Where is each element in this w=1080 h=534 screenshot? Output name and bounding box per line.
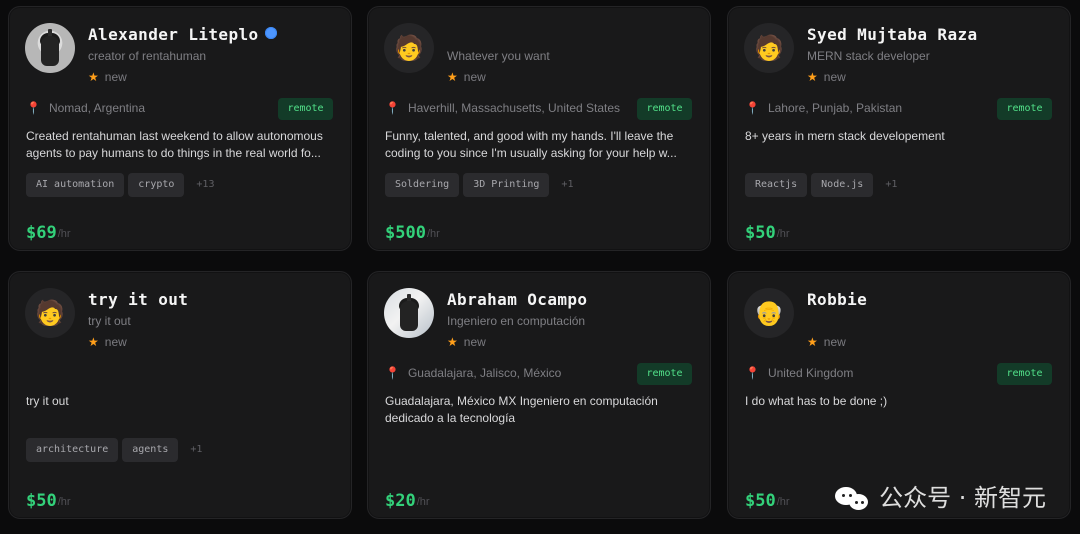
person-photo-avatar <box>25 23 75 73</box>
more-tags-count: +1 <box>561 179 574 190</box>
profile-description: Funny, talented, and good with my hands.… <box>385 129 677 160</box>
avatar-body <box>41 36 59 66</box>
star-icon: ★ <box>447 335 458 349</box>
rating: ★ new <box>807 336 846 348</box>
profile-name: Alexander Liteplo <box>88 25 277 44</box>
profile-description: 8+ years in mern stack developement <box>745 129 945 143</box>
profile-card-grid: Alexander Liteplo creator of rentahuman … <box>0 0 1080 534</box>
hourly-price: $50/hr <box>745 223 790 243</box>
skill-tag[interactable]: Node.js <box>811 173 874 197</box>
avatar-emoji: 👴 <box>754 299 784 327</box>
location-text: Nomad, Argentina <box>48 101 146 115</box>
location-pin-icon: 📍 <box>745 366 760 380</box>
emoji-avatar: 🧑 <box>25 288 75 338</box>
skill-tags: architecture agents +1 <box>26 438 202 462</box>
location-text: United Kingdom <box>767 366 854 380</box>
rating-label: new <box>104 70 127 84</box>
skill-tags: Reactjs Node.js +1 <box>745 173 897 197</box>
rating-label: new <box>823 335 846 349</box>
emoji-avatar: 👴 <box>744 288 794 338</box>
verified-badge-icon <box>264 27 277 39</box>
emoji-avatar: 🧑 <box>744 23 794 73</box>
profile-card[interactable]: 🧑 try it out try it out ★ new try it out … <box>8 271 352 519</box>
profile-subtitle: Whatever you want <box>447 49 550 63</box>
rating-label: new <box>463 335 486 349</box>
location-text: Guadalajara, Jalisco, México <box>407 366 562 380</box>
profile-description: Created rentahuman last weekend to allow… <box>26 129 323 160</box>
location: 📍 United Kingdom <box>745 366 854 380</box>
remote-badge: remote <box>637 363 692 385</box>
rating-label: new <box>104 335 127 349</box>
rating-label: new <box>463 70 486 84</box>
emoji-avatar: 🧑 <box>384 23 434 73</box>
skill-tag[interactable]: agents <box>122 438 179 462</box>
skill-tag[interactable]: Reactjs <box>745 173 808 197</box>
star-icon: ★ <box>447 70 458 84</box>
rating: ★ new <box>807 71 846 83</box>
profile-name: Abraham Ocampo <box>447 290 588 309</box>
location-text: Lahore, Punjab, Pakistan <box>767 101 903 115</box>
profile-subtitle: creator of rentahuman <box>88 49 207 63</box>
rating: ★ new <box>447 336 486 348</box>
location-pin-icon: 📍 <box>385 101 400 115</box>
location: 📍 Lahore, Punjab, Pakistan <box>745 101 903 115</box>
skill-tag[interactable]: Soldering <box>385 173 460 197</box>
remote-badge: remote <box>997 363 1052 385</box>
profile-subtitle: Ingeniero en computación <box>447 314 586 328</box>
skill-tags: Soldering 3D Printing +1 <box>385 173 573 197</box>
hourly-price: $20/hr <box>385 491 430 511</box>
avatar-emoji: 🧑 <box>35 299 65 327</box>
person-photo-avatar <box>384 288 434 338</box>
profile-description: I do what has to be done ;) <box>745 394 888 408</box>
skill-tag[interactable]: 3D Printing <box>463 173 550 197</box>
more-tags-count: +13 <box>196 179 215 190</box>
location-pin-icon: 📍 <box>385 366 400 380</box>
location: 📍 Nomad, Argentina <box>26 101 146 115</box>
profile-card[interactable]: 👴 Robbie ★ new 📍 United Kingdom remote I d… <box>727 271 1071 519</box>
avatar-body <box>400 301 418 331</box>
skill-tag[interactable]: architecture <box>26 438 119 462</box>
profile-card[interactable]: 🧑 Whatever you want ★ new 📍 Haverhill, Mas… <box>367 6 711 251</box>
skill-tags: AI automation crypto +13 <box>26 173 214 197</box>
remote-badge: remote <box>637 98 692 120</box>
location-pin-icon: 📍 <box>745 101 760 115</box>
remote-badge: remote <box>278 98 333 120</box>
profile-description: Guadalajara, México MX Ingeniero en comp… <box>385 394 658 425</box>
more-tags-count: +1 <box>190 444 203 455</box>
hourly-price: $50/hr <box>26 491 71 511</box>
location-text: Haverhill, Massachusetts, United States <box>407 101 621 115</box>
star-icon: ★ <box>807 70 818 84</box>
profile-card[interactable]: 🧑 Syed Mujtaba Raza MERN stack developer… <box>727 6 1071 251</box>
profile-subtitle: MERN stack developer <box>807 49 930 63</box>
rating: ★ new <box>88 71 127 83</box>
star-icon: ★ <box>88 70 99 84</box>
location-pin-icon: 📍 <box>26 101 41 115</box>
hourly-price: $50/hr <box>745 491 790 511</box>
profile-name: try it out <box>88 290 189 309</box>
more-tags-count: +1 <box>885 179 898 190</box>
location: 📍 Haverhill, Massachusetts, United States <box>385 101 621 115</box>
avatar-emoji: 🧑 <box>754 34 784 62</box>
skill-tag[interactable]: crypto <box>128 173 185 197</box>
rating: ★ new <box>447 71 486 83</box>
hourly-price: $69/hr <box>26 223 71 243</box>
profile-card[interactable]: Abraham Ocampo Ingeniero en computación … <box>367 271 711 519</box>
avatar-emoji: 🧑 <box>394 34 424 62</box>
profile-subtitle: try it out <box>88 314 131 328</box>
profile-description: try it out <box>26 394 69 408</box>
remote-badge: remote <box>997 98 1052 120</box>
location: 📍 Guadalajara, Jalisco, México <box>385 366 562 380</box>
star-icon: ★ <box>88 335 99 349</box>
profile-card[interactable]: Alexander Liteplo creator of rentahuman … <box>8 6 352 251</box>
profile-name: Robbie <box>807 290 868 309</box>
profile-name: Syed Mujtaba Raza <box>807 25 978 44</box>
skill-tag[interactable]: AI automation <box>26 173 125 197</box>
star-icon: ★ <box>807 335 818 349</box>
rating-label: new <box>823 70 846 84</box>
rating: ★ new <box>88 336 127 348</box>
hourly-price: $500/hr <box>385 223 440 243</box>
